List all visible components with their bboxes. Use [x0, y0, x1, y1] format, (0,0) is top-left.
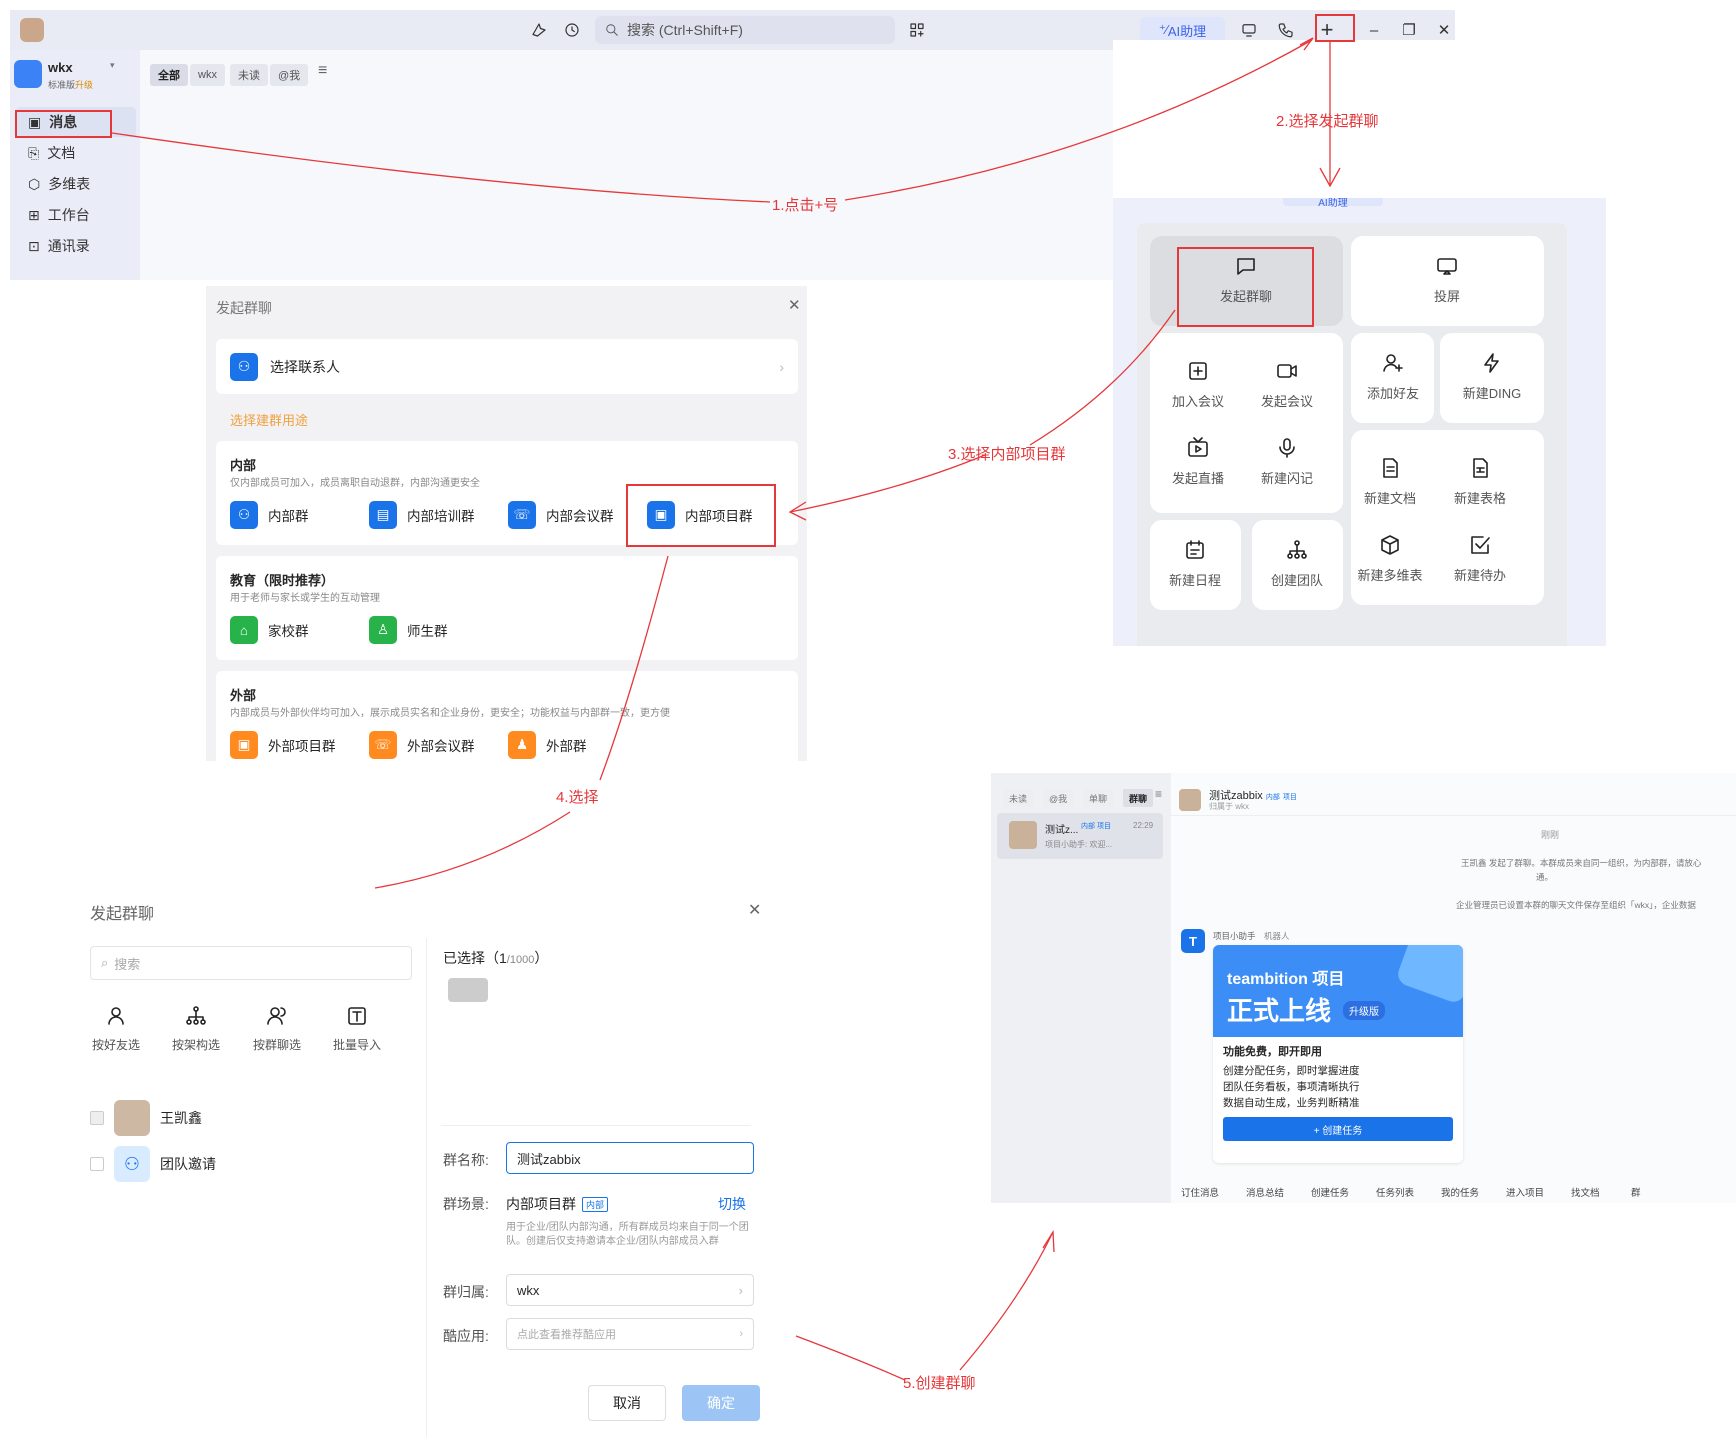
annotation-step4: 4.选择: [556, 789, 599, 806]
annotation-step5: 5.创建群聊: [903, 1375, 976, 1392]
annotation-arrows: [111, 37, 1341, 1381]
annotation-step1: 1.点击+号: [772, 197, 839, 214]
annotation-step3: 3.选择内部项目群: [948, 446, 1066, 463]
annotation-step2: 2.选择发起群聊: [1276, 113, 1379, 130]
